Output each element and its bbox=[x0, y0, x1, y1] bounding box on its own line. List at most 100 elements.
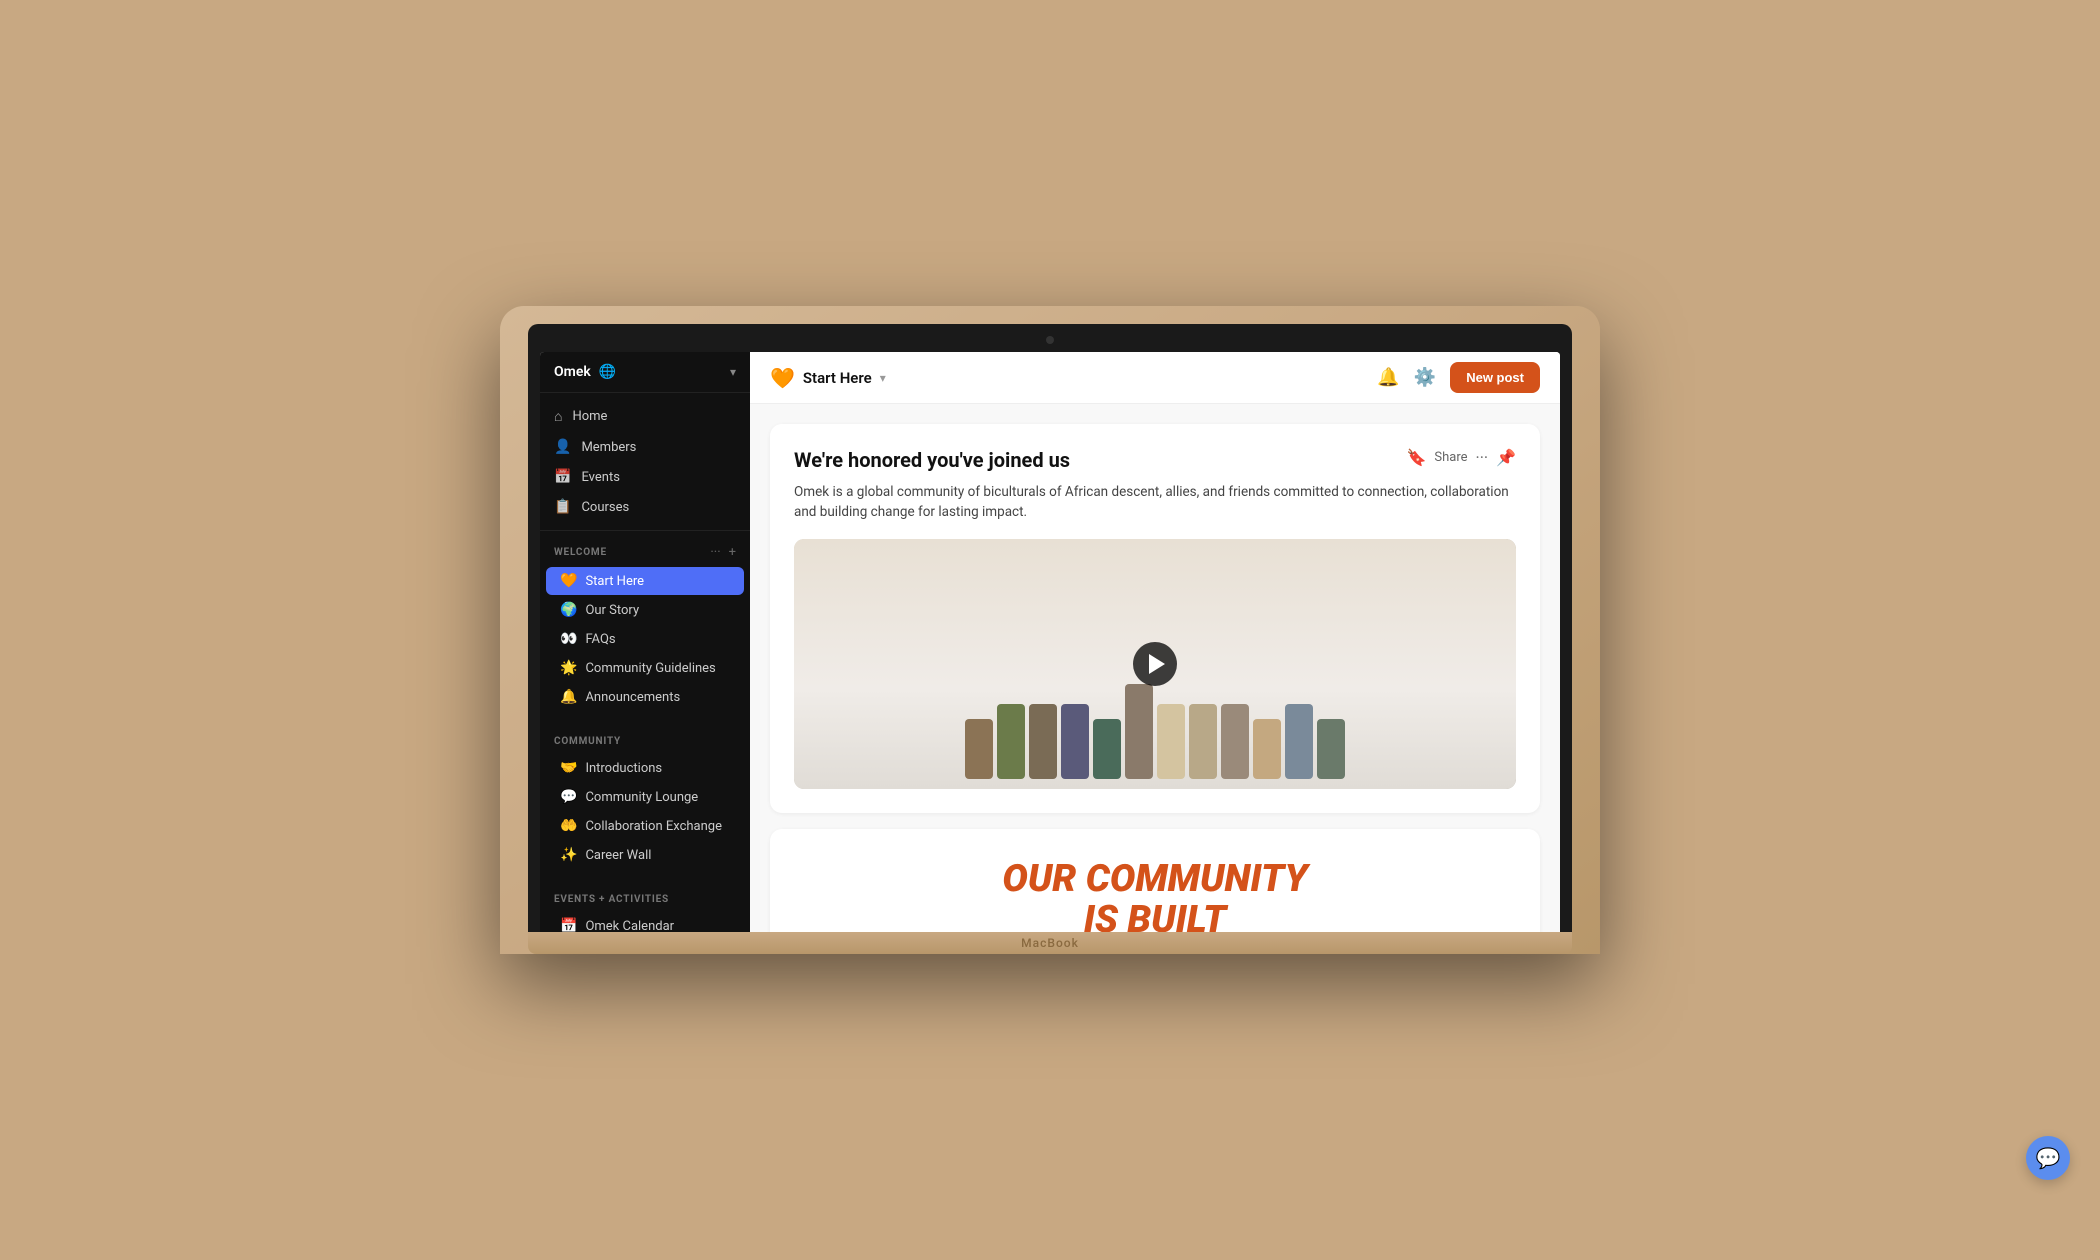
sidebar-item-community-lounge[interactable]: 💬 Community Lounge bbox=[546, 783, 744, 811]
person-8 bbox=[1189, 704, 1217, 779]
announcements-emoji: 🔔 bbox=[560, 689, 577, 705]
career-emoji: ✨ bbox=[560, 847, 577, 863]
person-4 bbox=[1061, 704, 1089, 779]
bookmark-icon[interactable]: 🔖 bbox=[1406, 448, 1426, 467]
calendar-label: Omek Calendar bbox=[585, 919, 674, 933]
sidebar-courses-label: Courses bbox=[581, 500, 629, 515]
collaboration-emoji: 🤲 bbox=[560, 818, 577, 834]
camera bbox=[1046, 336, 1054, 344]
sidebar-item-courses[interactable]: 📋 Courses bbox=[540, 492, 750, 522]
person-11 bbox=[1285, 704, 1313, 779]
sidebar-item-events[interactable]: 📅 Events bbox=[540, 462, 750, 492]
post-title: We're honored you've joined us bbox=[794, 448, 1070, 472]
guidelines-label: Community Guidelines bbox=[585, 661, 715, 676]
sidebar-item-faqs[interactable]: 👀 FAQs bbox=[546, 625, 744, 653]
main-header: 🧡 Start Here ▾ 🔔 ⚙️ New post bbox=[750, 352, 1560, 404]
sidebar-chevron-icon: ▾ bbox=[730, 365, 736, 379]
events-icon: 📅 bbox=[554, 469, 571, 485]
notification-button[interactable]: 🔔 bbox=[1377, 367, 1399, 388]
share-label[interactable]: Share bbox=[1434, 450, 1467, 465]
person-9 bbox=[1221, 704, 1249, 779]
person-2 bbox=[997, 704, 1025, 779]
sidebar-item-announcements[interactable]: 🔔 Announcements bbox=[546, 683, 744, 711]
events-activities-header: EVENTS + ACTIVITIES bbox=[540, 890, 750, 911]
laptop-screen: Omek 🌐 ▾ ⌂ Home 👤 Members 📅 bbox=[540, 352, 1560, 932]
sidebar-item-community-guidelines[interactable]: 🌟 Community Guidelines bbox=[546, 654, 744, 682]
sidebar-item-introductions[interactable]: 🤝 Introductions bbox=[546, 754, 744, 782]
sidebar: Omek 🌐 ▾ ⌂ Home 👤 Members 📅 bbox=[540, 352, 750, 932]
person-7 bbox=[1157, 704, 1185, 779]
laptop-frame: Omek 🌐 ▾ ⌂ Home 👤 Members 📅 bbox=[500, 306, 1600, 954]
sidebar-home-label: Home bbox=[572, 409, 607, 424]
chat-fab-button[interactable]: 💬 bbox=[2026, 1136, 2070, 1180]
sidebar-nav-top: ⌂ Home 👤 Members 📅 Events 📋 Courses bbox=[540, 393, 750, 531]
welcome-more-icon[interactable]: ··· bbox=[710, 545, 720, 560]
video-thumbnail[interactable] bbox=[794, 539, 1516, 789]
header-title: Start Here bbox=[803, 369, 872, 387]
start-here-emoji: 🧡 bbox=[560, 573, 577, 589]
sidebar-item-home[interactable]: ⌂ Home bbox=[540, 401, 750, 432]
pin-icon[interactable]: 📌 bbox=[1496, 448, 1516, 467]
sidebar-brand-name: Omek bbox=[554, 364, 591, 380]
orange-headline: OUR COMMUNITY IS BUILT TO AMPLIFY YOUR bbox=[800, 859, 1510, 933]
settings-button[interactable]: ⚙️ bbox=[1414, 367, 1436, 388]
play-triangle-icon bbox=[1149, 654, 1165, 674]
sidebar-events-label: Events bbox=[581, 470, 619, 485]
main-content: 🧡 Start Here ▾ 🔔 ⚙️ New post We're honor… bbox=[750, 352, 1560, 932]
our-story-label: Our Story bbox=[585, 603, 639, 618]
new-post-button[interactable]: New post bbox=[1450, 362, 1540, 393]
header-chevron-icon: ▾ bbox=[880, 371, 886, 385]
welcome-section-header: WELCOME ··· + bbox=[540, 541, 750, 566]
courses-icon: 📋 bbox=[554, 499, 571, 515]
orange-line-2: IS BUILT bbox=[800, 900, 1510, 932]
sidebar-item-collaboration-exchange[interactable]: 🤲 Collaboration Exchange bbox=[546, 812, 744, 840]
sidebar-item-omek-calendar[interactable]: 📅 Omek Calendar bbox=[546, 912, 744, 932]
more-icon[interactable]: ··· bbox=[1476, 448, 1489, 467]
content-area: We're honored you've joined us 🔖 Share ·… bbox=[750, 404, 1560, 932]
collaboration-label: Collaboration Exchange bbox=[585, 819, 722, 834]
post-actions: 🔖 Share ··· 📌 bbox=[1406, 448, 1516, 467]
career-label: Career Wall bbox=[585, 848, 651, 863]
events-activities-title: EVENTS + ACTIVITIES bbox=[554, 894, 669, 905]
post-header: We're honored you've joined us 🔖 Share ·… bbox=[794, 448, 1516, 472]
events-activities-section: EVENTS + ACTIVITIES 📅 Omek Calendar bbox=[540, 880, 750, 932]
post-card: We're honored you've joined us 🔖 Share ·… bbox=[770, 424, 1540, 813]
orange-line-1: OUR COMMUNITY bbox=[800, 859, 1510, 901]
sidebar-item-members[interactable]: 👤 Members bbox=[540, 432, 750, 462]
people-row bbox=[965, 684, 1345, 789]
guidelines-emoji: 🌟 bbox=[560, 660, 577, 676]
post-description: Omek is a global community of bicultural… bbox=[794, 482, 1516, 523]
header-right: 🔔 ⚙️ New post bbox=[1377, 362, 1540, 393]
person-1 bbox=[965, 719, 993, 779]
screen-bezel: Omek 🌐 ▾ ⌂ Home 👤 Members 📅 bbox=[528, 324, 1572, 932]
sidebar-item-our-story[interactable]: 🌍 Our Story bbox=[546, 596, 744, 624]
members-icon: 👤 bbox=[554, 439, 571, 455]
introductions-label: Introductions bbox=[585, 761, 662, 776]
person-6-tall bbox=[1125, 684, 1153, 779]
person-5 bbox=[1093, 719, 1121, 779]
person-10 bbox=[1253, 719, 1281, 779]
announcements-label: Announcements bbox=[585, 690, 680, 705]
home-icon: ⌂ bbox=[554, 408, 562, 425]
faqs-emoji: 👀 bbox=[560, 631, 577, 647]
welcome-section: WELCOME ··· + 🧡 Start Here 🌍 Our Story bbox=[540, 531, 750, 722]
introductions-emoji: 🤝 bbox=[560, 760, 577, 776]
sidebar-header: Omek 🌐 ▾ bbox=[540, 352, 750, 393]
sidebar-item-start-here[interactable]: 🧡 Start Here bbox=[546, 567, 744, 595]
calendar-emoji: 📅 bbox=[560, 918, 577, 932]
welcome-add-icon[interactable]: + bbox=[729, 545, 736, 560]
sidebar-item-career-wall[interactable]: ✨ Career Wall bbox=[546, 841, 744, 869]
sidebar-members-label: Members bbox=[581, 440, 636, 455]
sidebar-brand: Omek 🌐 bbox=[554, 364, 616, 380]
header-left: 🧡 Start Here ▾ bbox=[770, 366, 886, 390]
community-section: COMMUNITY 🤝 Introductions 💬 Community Lo… bbox=[540, 722, 750, 880]
laptop-base: MacBook bbox=[528, 932, 1572, 954]
chat-fab-icon: 💬 bbox=[2036, 1146, 2061, 1170]
play-button[interactable] bbox=[1133, 642, 1177, 686]
start-here-label: Start Here bbox=[585, 574, 644, 589]
lounge-emoji: 💬 bbox=[560, 789, 577, 805]
person-12 bbox=[1317, 719, 1345, 779]
welcome-title: WELCOME bbox=[554, 547, 607, 558]
header-heart-icon: 🧡 bbox=[770, 366, 795, 390]
faqs-label: FAQs bbox=[585, 632, 615, 647]
